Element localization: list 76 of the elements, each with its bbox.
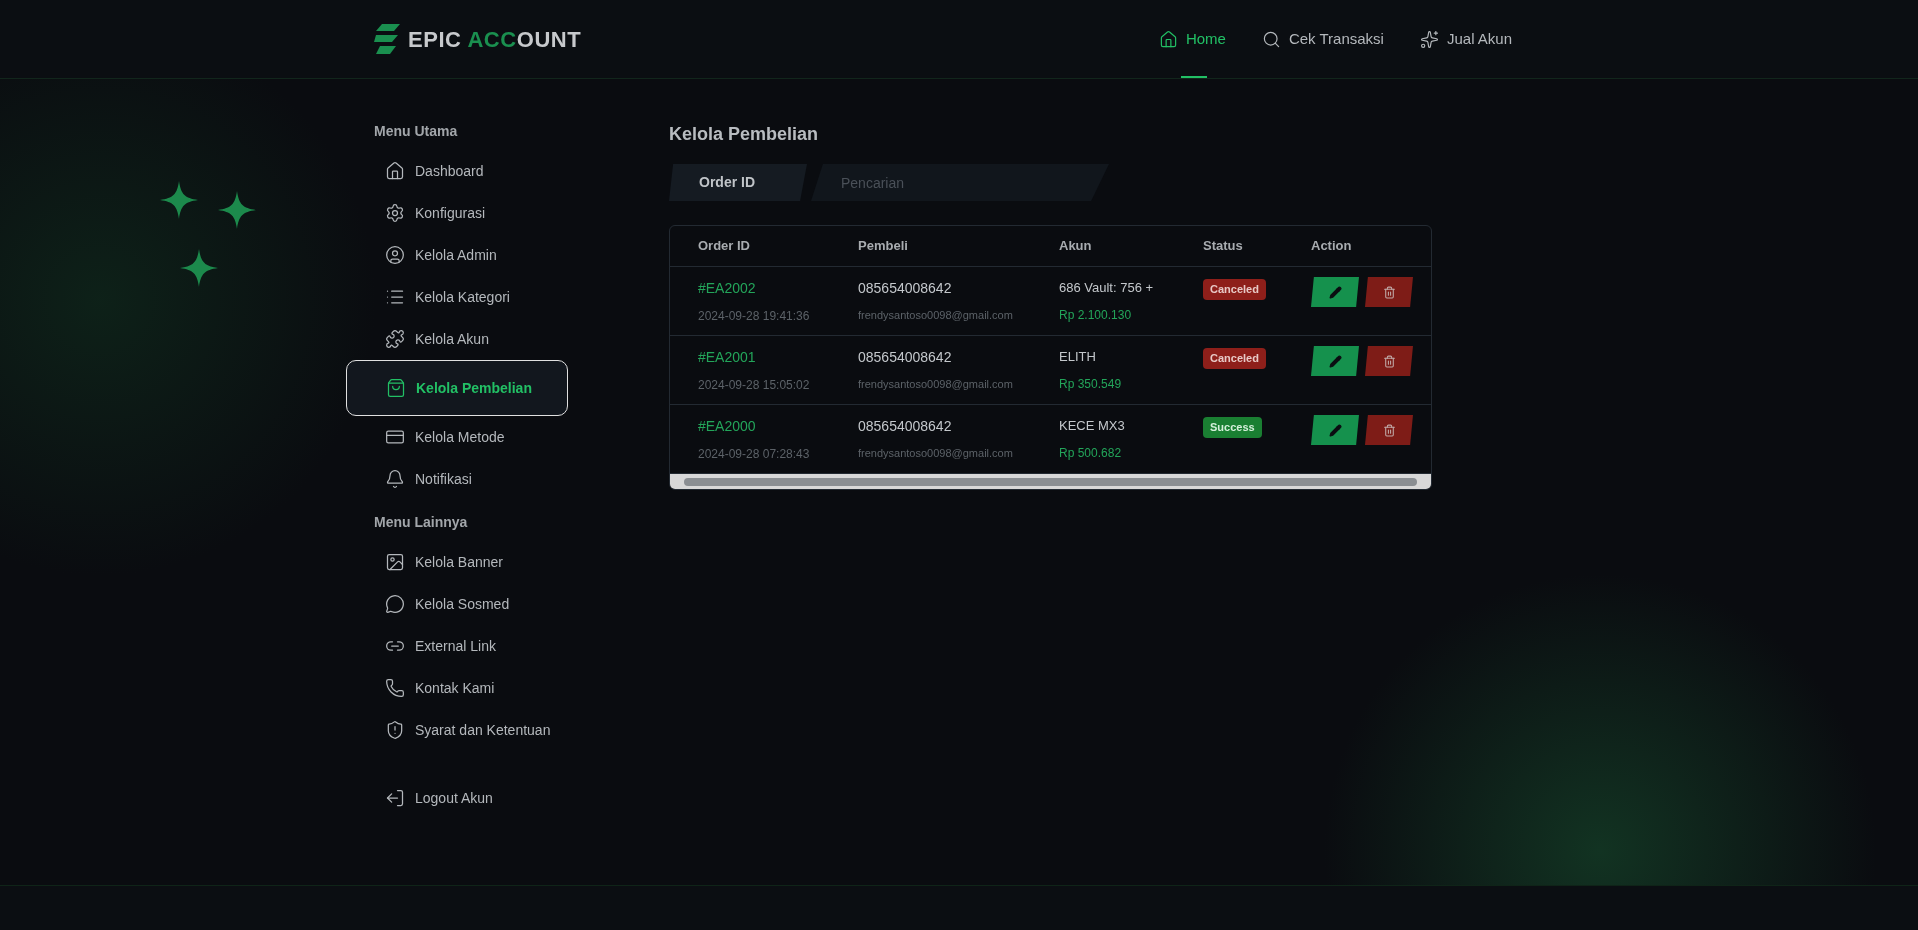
pencil-icon xyxy=(1328,285,1342,299)
shopping-bag-icon xyxy=(386,378,406,398)
pencil-icon xyxy=(1328,354,1342,368)
status-badge: Canceled xyxy=(1203,348,1266,369)
user-circle-icon xyxy=(385,245,405,265)
nav-link[interactable]: Home xyxy=(1158,0,1226,78)
pencil-icon xyxy=(1328,423,1342,437)
sidebar-item[interactable]: Kelola Banner xyxy=(374,541,596,583)
delete-button[interactable] xyxy=(1365,415,1413,445)
house-icon xyxy=(385,161,405,181)
trash-icon xyxy=(1382,285,1396,299)
puzzle-icon xyxy=(385,329,405,349)
nav-link[interactable]: Jual Akun xyxy=(1419,0,1512,78)
order-id-link[interactable]: #EA2000 xyxy=(698,415,858,437)
logo-icon xyxy=(374,24,400,54)
logout-link[interactable]: Logout Akun xyxy=(374,777,669,819)
page-title: Kelola Pembelian xyxy=(669,123,820,146)
order-id-link[interactable]: #EA2001 xyxy=(698,346,858,368)
settings-icon xyxy=(385,203,405,223)
sparkles-icon xyxy=(1419,29,1439,49)
order-id-link[interactable]: #EA2002 xyxy=(698,277,858,299)
search-field[interactable]: Pencarian xyxy=(811,164,1109,201)
sidebar-item[interactable]: Syarat dan Ketentuan xyxy=(374,709,596,751)
sidebar-item[interactable]: Kontak Kami xyxy=(374,667,596,709)
trash-icon xyxy=(1382,423,1396,437)
status-badge: Canceled xyxy=(1203,279,1266,300)
shield-icon xyxy=(385,720,405,740)
column-header: Order ID xyxy=(697,237,751,256)
sidebar-item[interactable]: Kelola Admin xyxy=(374,234,596,276)
filter-select[interactable]: Order ID xyxy=(669,164,807,201)
sidebar-item[interactable]: Dashboard xyxy=(374,150,596,192)
delete-button[interactable] xyxy=(1365,346,1413,376)
logo-text: EPIC ACCOUNT xyxy=(408,25,582,54)
sidebar-item[interactable]: Kelola Metode xyxy=(374,416,596,458)
account-price: Rp 2.100.130 xyxy=(1059,306,1133,324)
sidebar-section-title: Menu Utama xyxy=(374,122,459,141)
edit-button[interactable] xyxy=(1311,415,1359,445)
edit-button[interactable] xyxy=(1311,346,1359,376)
sidebar-item[interactable]: Kelola Akun xyxy=(374,318,596,360)
chat-bubble-icon xyxy=(385,594,405,614)
trash-icon xyxy=(1382,354,1396,368)
sidebar-item[interactable]: Kelola Kategori xyxy=(374,276,596,318)
column-header: Akun xyxy=(1059,237,1093,256)
account-name: 686 Vault: 756 + xyxy=(1059,279,1155,298)
house-icon xyxy=(1158,29,1178,49)
buyer-phone: 085654008642 xyxy=(858,279,953,299)
sidebar-item[interactable]: External Link xyxy=(374,625,596,667)
column-header: Pembeli xyxy=(858,237,909,256)
order-date: 2024-09-28 15:05:02 xyxy=(698,376,811,394)
delete-button[interactable] xyxy=(1365,277,1413,307)
buyer-phone: 085654008642 xyxy=(858,417,953,437)
sidebar-section-title: Menu Lainnya xyxy=(374,513,469,532)
bell-icon xyxy=(385,469,405,489)
logout-icon xyxy=(385,788,405,808)
sidebar-item[interactable]: Kelola Sosmed xyxy=(374,583,596,625)
buyer-phone: 085654008642 xyxy=(858,348,953,368)
order-date: 2024-09-28 07:28:43 xyxy=(698,445,811,463)
edit-button[interactable] xyxy=(1311,277,1359,307)
order-date: 2024-09-28 19:41:36 xyxy=(698,307,811,325)
account-price: Rp 350.549 xyxy=(1059,375,1123,393)
sidebar-item[interactable]: Konfigurasi xyxy=(374,192,596,234)
column-header: Status xyxy=(1203,237,1244,256)
account-name: KECE MX3 xyxy=(1059,417,1126,436)
account-price: Rp 500.682 xyxy=(1059,444,1123,462)
sidebar-item[interactable]: Notifikasi xyxy=(374,458,596,500)
search-icon xyxy=(1261,29,1281,49)
buyer-email: frendysantoso0098@gmail.com xyxy=(858,308,1014,324)
sidebar-item[interactable]: Kelola Pembelian xyxy=(346,360,568,416)
buyer-email: frendysantoso0098@gmail.com xyxy=(858,446,1014,462)
status-badge: Success xyxy=(1203,417,1262,438)
image-icon xyxy=(385,552,405,572)
buyer-email: frendysantoso0098@gmail.com xyxy=(858,377,1014,393)
phone-icon xyxy=(385,678,405,698)
nav-link[interactable]: Cek Transaksi xyxy=(1261,0,1384,78)
column-header: Action xyxy=(1311,237,1353,256)
account-name: ELITH xyxy=(1059,348,1097,367)
